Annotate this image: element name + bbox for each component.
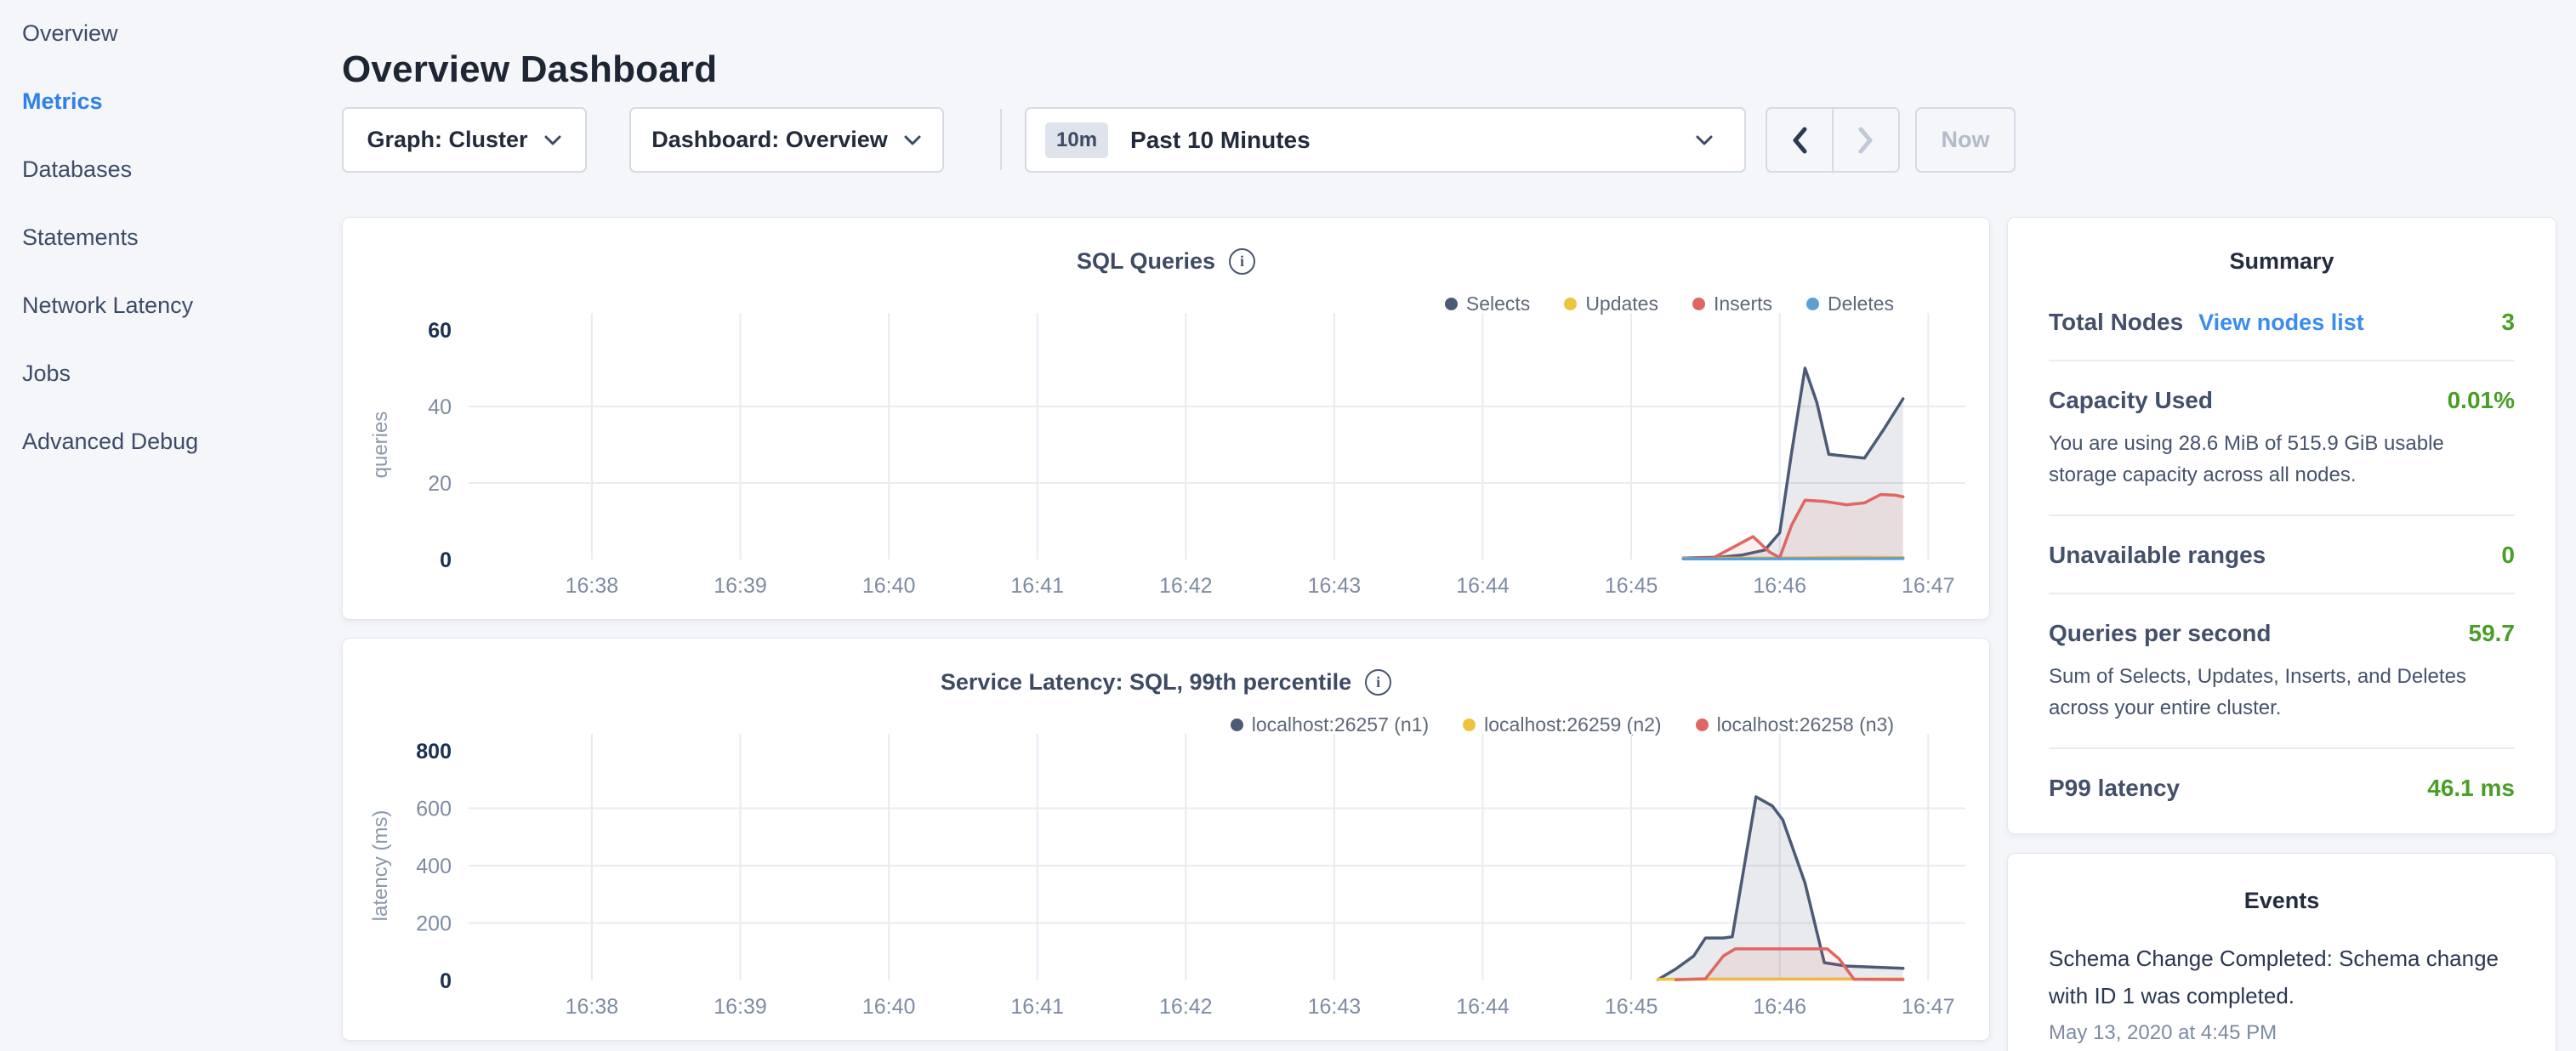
svg-text:60: 60 [428,319,452,343]
back-arrow-icon [1791,127,1808,154]
forward-arrow-icon [1857,127,1874,154]
svg-text:16:44: 16:44 [1456,574,1510,598]
qps-value: 59.7 [2469,620,2516,647]
summary-row-p99: P99 latency 46.1 ms [2049,749,2515,826]
svg-text:16:43: 16:43 [1308,574,1362,598]
svg-text:0: 0 [440,969,452,993]
sidebar-item-statements[interactable]: Statements [22,224,139,251]
svg-text:40: 40 [428,395,452,419]
svg-text:20: 20 [428,472,452,496]
total-nodes-value: 3 [2501,309,2515,336]
event-text: Schema Change Completed: Schema change w… [2049,940,2515,1014]
svg-text:16:39: 16:39 [714,995,767,1019]
service-latency-plot[interactable]: 16:38 16:39 16:40 16:41 16:42 16:43 16:44 16:45… [343,639,1991,1042]
sidebar-item-advanced-debug[interactable]: Advanced Debug [22,429,198,455]
svg-text:400: 400 [416,855,452,878]
graph-dropdown-label: Graph: Cluster [367,127,527,153]
svg-text:200: 200 [416,912,452,936]
svg-text:16:45: 16:45 [1605,574,1658,598]
svg-text:0: 0 [440,548,452,572]
time-range-selector[interactable]: 10m Past 10 Minutes [1025,107,1746,173]
svg-text:16:44: 16:44 [1456,995,1510,1019]
total-nodes-label: Total Nodes [2049,309,2183,335]
app-root: Overview Metrics Databases Statements Ne… [0,0,2576,1051]
sidebar-item-databases[interactable]: Databases [22,156,132,183]
svg-text:16:41: 16:41 [1010,995,1064,1019]
chart-card-sql-queries: SQL Queries Selects Updates Inserts Dele… [342,217,1990,620]
sidebar-item-metrics[interactable]: Metrics [22,88,103,115]
svg-text:600: 600 [416,798,452,821]
svg-text:16:43: 16:43 [1308,995,1362,1019]
summary-card: Summary Total Nodes View nodes list 3 Cap… [2007,217,2556,834]
next-time-button[interactable] [1832,109,1898,171]
qps-description: Sum of Selects, Updates, Inserts, and De… [2049,661,2515,724]
p99-value: 46.1 ms [2427,775,2515,802]
time-step-buttons [1766,107,1900,173]
sidebar-item-jobs[interactable]: Jobs [22,361,71,387]
graph-dropdown[interactable]: Graph: Cluster [342,107,587,173]
summary-row-unavailable-ranges: Unavailable ranges 0 [2049,516,2515,594]
unavailable-ranges-label: Unavailable ranges [2049,542,2266,569]
events-card: Events Schema Change Completed: Schema c… [2007,853,2556,1051]
page-title: Overview Dashboard [342,48,717,91]
chevron-down-icon [1695,134,1714,146]
qps-label: Queries per second [2049,620,2271,647]
dashboard-dropdown-label: Dashboard: Overview [651,127,888,153]
svg-text:latency (ms): latency (ms) [369,810,392,922]
dashboard-dropdown[interactable]: Dashboard: Overview [629,107,944,173]
sql-queries-plot[interactable]: 16:38 16:39 16:40 16:41 16:42 16:43 16:44 16:45… [343,218,1991,621]
capacity-label: Capacity Used [2049,387,2213,414]
capacity-value: 0.01% [2448,387,2515,414]
svg-text:16:40: 16:40 [862,574,916,598]
summary-row-qps: Queries per second 59.7 Sum of Selects, … [2049,594,2515,749]
svg-text:16:42: 16:42 [1159,995,1213,1019]
svg-text:16:47: 16:47 [1902,995,1955,1019]
event-timestamp: May 13, 2020 at 4:45 PM [2049,1021,2515,1045]
summary-row-total-nodes: Total Nodes View nodes list 3 [2049,309,2515,361]
time-range-badge: 10m [1045,122,1108,158]
prev-time-button[interactable] [1767,109,1832,171]
chevron-down-icon [903,134,922,146]
svg-text:16:40: 16:40 [862,995,916,1019]
chevron-down-icon [543,134,562,146]
time-range-label: Past 10 Minutes [1130,127,1311,154]
svg-text:16:45: 16:45 [1605,995,1658,1019]
svg-text:16:39: 16:39 [714,574,767,598]
controls-divider [1000,109,1002,170]
svg-text:16:46: 16:46 [1753,574,1806,598]
sidebar: Overview Metrics Databases Statements Ne… [0,0,323,1051]
event-item: Schema Change Completed: Schema change w… [2049,940,2515,1045]
view-nodes-link[interactable]: View nodes list [2198,310,2364,335]
summary-title: Summary [2049,248,2515,275]
svg-text:16:38: 16:38 [566,995,619,1019]
sidebar-item-overview[interactable]: Overview [22,20,118,47]
p99-label: P99 latency [2049,775,2180,802]
unavailable-ranges-value: 0 [2501,542,2515,569]
svg-text:16:47: 16:47 [1902,574,1955,598]
svg-text:queries: queries [369,412,392,479]
svg-text:16:42: 16:42 [1159,574,1213,598]
now-button[interactable]: Now [1915,107,2016,173]
summary-row-capacity: Capacity Used 0.01% You are using 28.6 M… [2049,361,2515,516]
capacity-description: You are using 28.6 MiB of 515.9 GiB usab… [2049,428,2515,491]
chart-card-service-latency: Service Latency: SQL, 99th percentile lo… [342,638,1990,1041]
svg-text:16:46: 16:46 [1753,995,1806,1019]
svg-text:16:38: 16:38 [566,574,619,598]
svg-text:800: 800 [416,740,452,764]
events-title: Events [2049,888,2515,914]
svg-text:16:41: 16:41 [1010,574,1064,598]
sidebar-item-network-latency[interactable]: Network Latency [22,293,193,319]
